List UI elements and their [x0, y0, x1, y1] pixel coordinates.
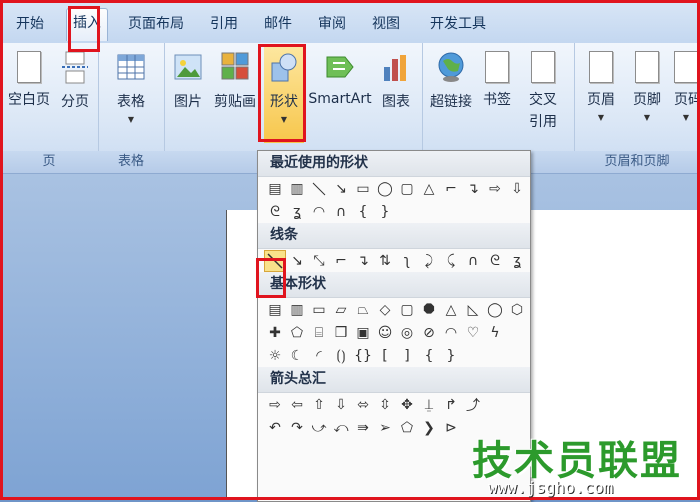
word-window: 开始 插入 页面布局 引用 邮件 审阅 视图 开发工具 空白页 分页 页 表格 …	[0, 0, 700, 502]
outer-highlight-box	[0, 0, 700, 500]
shapes-button-highlight	[258, 44, 306, 142]
line-shape-highlight	[256, 258, 286, 298]
watermark-url: www.jsgho.com	[488, 478, 614, 497]
insert-tab-highlight	[68, 6, 100, 52]
watermark: 技术员联盟 www.jsgho.com	[468, 428, 700, 500]
